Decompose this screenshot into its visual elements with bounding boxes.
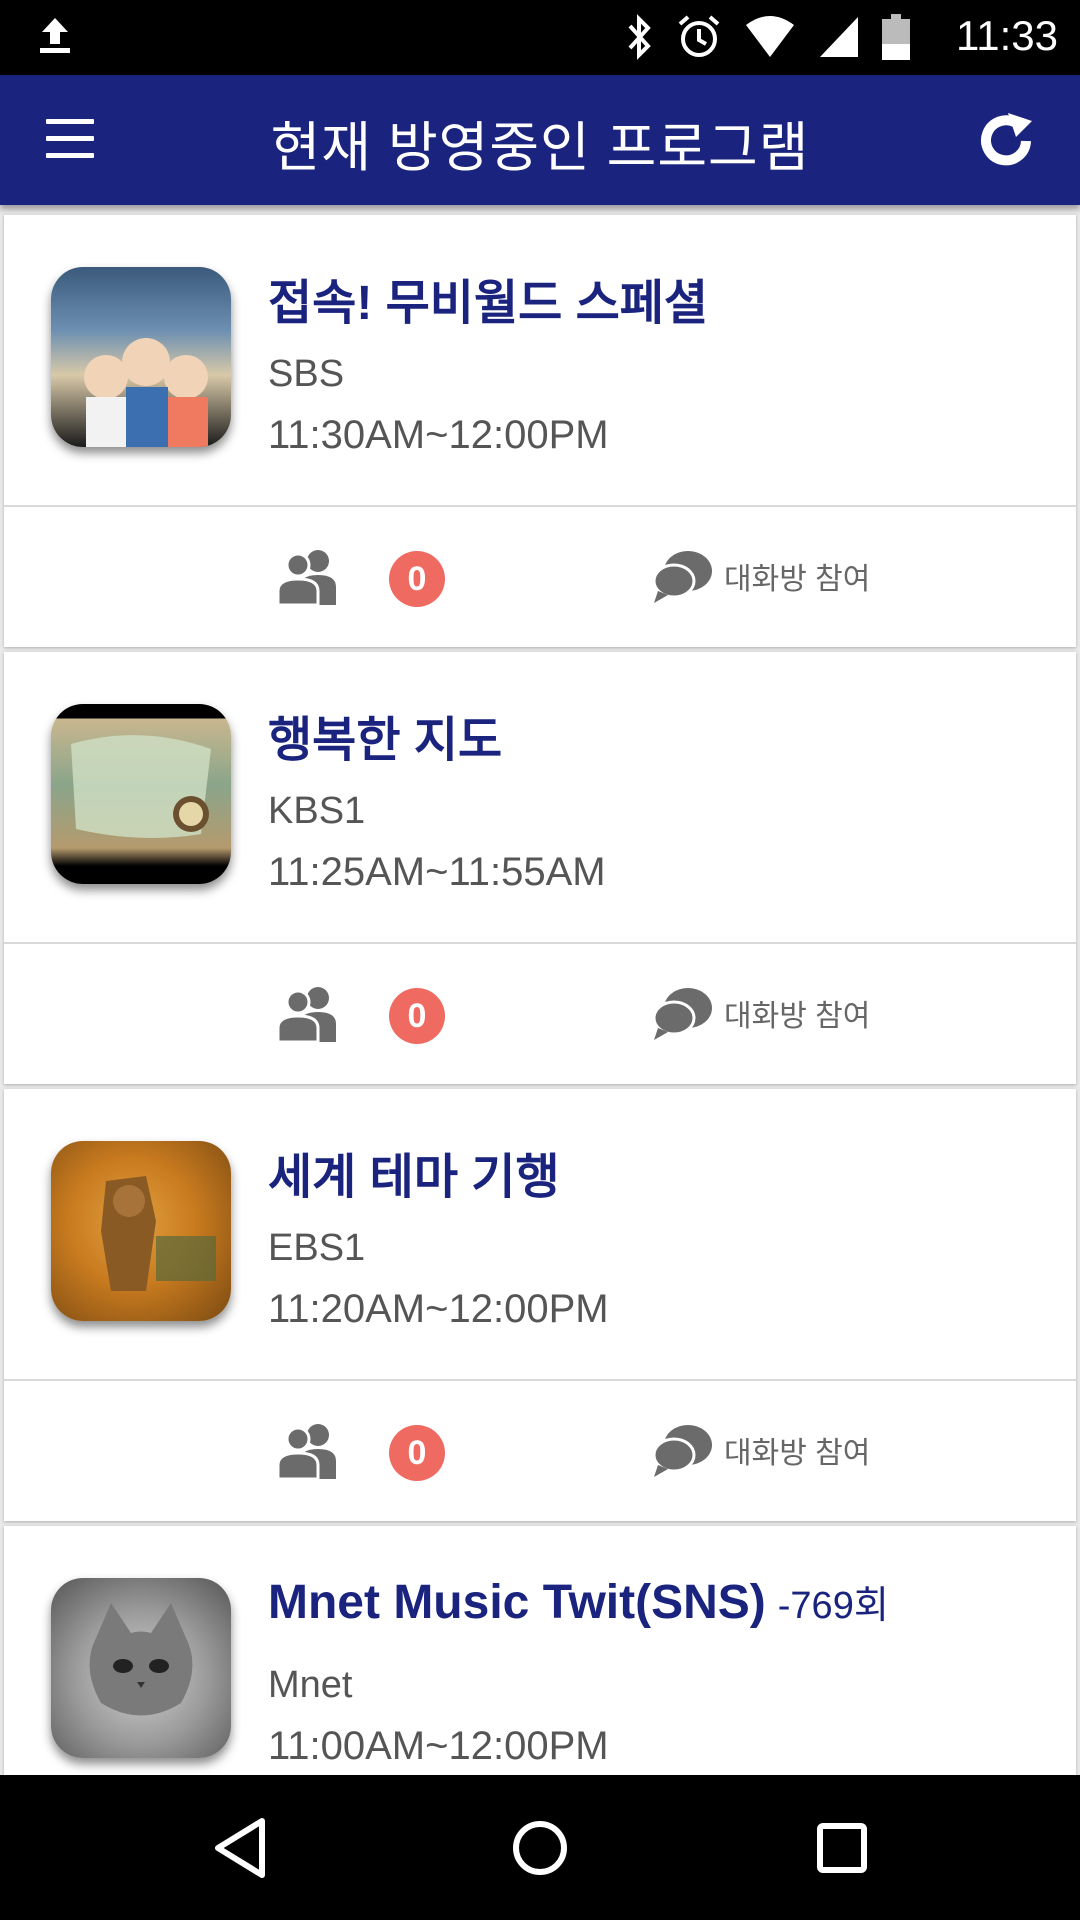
chat-bubble-icon xyxy=(652,988,712,1040)
program-title-text: Mnet Music Twit(SNS) xyxy=(268,1576,766,1629)
program-actions: 0 대화방 참여 xyxy=(4,1381,1076,1521)
program-title: 행복한 지도 xyxy=(268,700,514,770)
program-actions: 0 대화방 참여 xyxy=(4,944,1076,1084)
program-info[interactable]: 행복한 지도 KBS1 11:25AM~11:55AM xyxy=(4,652,1076,944)
program-info[interactable]: 접속! 무비월드 스페셜 SBS 11:30AM~12:00PM xyxy=(4,215,1076,507)
status-bar: 11:33 xyxy=(0,0,1080,75)
join-chat-label: 대화방 참여 xyxy=(724,563,871,596)
program-title-text: 접속! 무비월드 스페셜 xyxy=(268,277,709,330)
people-icon xyxy=(276,987,336,1042)
movie-world-thumbnail xyxy=(51,267,231,447)
air-time: 11:25AM~11:55AM xyxy=(268,850,606,894)
participant-count-badge: 0 xyxy=(389,988,445,1044)
clock: 11:33 xyxy=(956,12,1058,59)
wifi-icon xyxy=(746,16,794,57)
signal-icon xyxy=(820,17,858,57)
program-card[interactable]: 세계 테마 기행 EBS1 11:20AM~12:00PM 0 대화방 참여 xyxy=(4,1089,1076,1521)
join-chat-label: 대화방 참여 xyxy=(724,1437,871,1470)
home-icon[interactable] xyxy=(510,1815,570,1881)
battery-icon xyxy=(882,14,910,60)
program-title: 접속! 무비월드 스페셜 xyxy=(268,263,720,333)
app-bar: 현재 방영중인 프로그램 xyxy=(0,75,1080,205)
channel-name: KBS1 xyxy=(268,790,366,832)
chat-bubble-icon xyxy=(652,1425,712,1477)
thumbnail-art xyxy=(84,338,208,447)
navigation-bar xyxy=(0,1775,1080,1920)
people-icon xyxy=(276,550,336,605)
program-info[interactable]: 세계 테마 기행 EBS1 11:20AM~12:00PM xyxy=(4,1089,1076,1381)
air-time: 11:20AM~12:00PM xyxy=(268,1287,609,1331)
program-card[interactable]: Mnet Music Twit(SNS) -769회 Mnet 11:00AM~1… xyxy=(4,1526,1076,1775)
join-chat-button[interactable]: 대화방 참여 xyxy=(652,978,870,1048)
join-chat-button[interactable]: 대화방 참여 xyxy=(652,1415,870,1485)
air-time: 11:30AM~12:00PM xyxy=(268,413,609,457)
episode-number: -769회 xyxy=(777,1585,889,1627)
channel-name: SBS xyxy=(268,353,345,395)
kitten-thumbnail xyxy=(51,1578,231,1758)
people-icon xyxy=(276,1424,336,1479)
join-chat-label: 대화방 참여 xyxy=(724,1000,871,1033)
participant-count-badge: 0 xyxy=(389,1425,445,1481)
program-actions: 0 대화방 참여 xyxy=(4,507,1076,647)
program-title-text: 세계 테마 기행 xyxy=(268,1151,560,1204)
program-title: 세계 테마 기행 xyxy=(268,1137,572,1207)
alarm-icon xyxy=(678,15,720,57)
upload-icon xyxy=(40,18,70,53)
program-list: 접속! 무비월드 스페셜 SBS 11:30AM~12:00PM 0 대화방 참… xyxy=(0,205,1080,1775)
thumbnail-art xyxy=(101,1176,216,1291)
bluetooth-icon xyxy=(628,14,651,60)
channel-name: EBS1 xyxy=(268,1227,366,1269)
program-card[interactable]: 행복한 지도 KBS1 11:25AM~11:55AM 0 대화방 참여 xyxy=(4,652,1076,1084)
happy-map-thumbnail xyxy=(51,704,231,884)
page-title: 현재 방영중인 프로그램 xyxy=(270,118,810,178)
channel-name: Mnet xyxy=(268,1664,353,1706)
air-time: 11:00AM~12:00PM xyxy=(268,1724,609,1768)
program-title-text: 행복한 지도 xyxy=(268,714,503,767)
program-info[interactable]: Mnet Music Twit(SNS) -769회 Mnet 11:00AM~1… xyxy=(4,1526,1076,1775)
program-card[interactable]: 접속! 무비월드 스페셜 SBS 11:30AM~12:00PM 0 대화방 참… xyxy=(4,215,1076,647)
recents-icon[interactable] xyxy=(812,1815,872,1881)
thumbnail-art xyxy=(89,1603,193,1716)
chat-bubble-icon xyxy=(652,551,712,603)
world-theme-travel-thumbnail xyxy=(51,1141,231,1321)
join-chat-button[interactable]: 대화방 참여 xyxy=(652,541,870,611)
participant-count-badge: 0 xyxy=(389,551,445,607)
program-title: Mnet Music Twit(SNS) -769회 xyxy=(268,1574,889,1630)
thumbnail-art xyxy=(71,735,211,838)
refresh-icon[interactable] xyxy=(976,111,1040,171)
back-icon[interactable] xyxy=(210,1815,270,1881)
